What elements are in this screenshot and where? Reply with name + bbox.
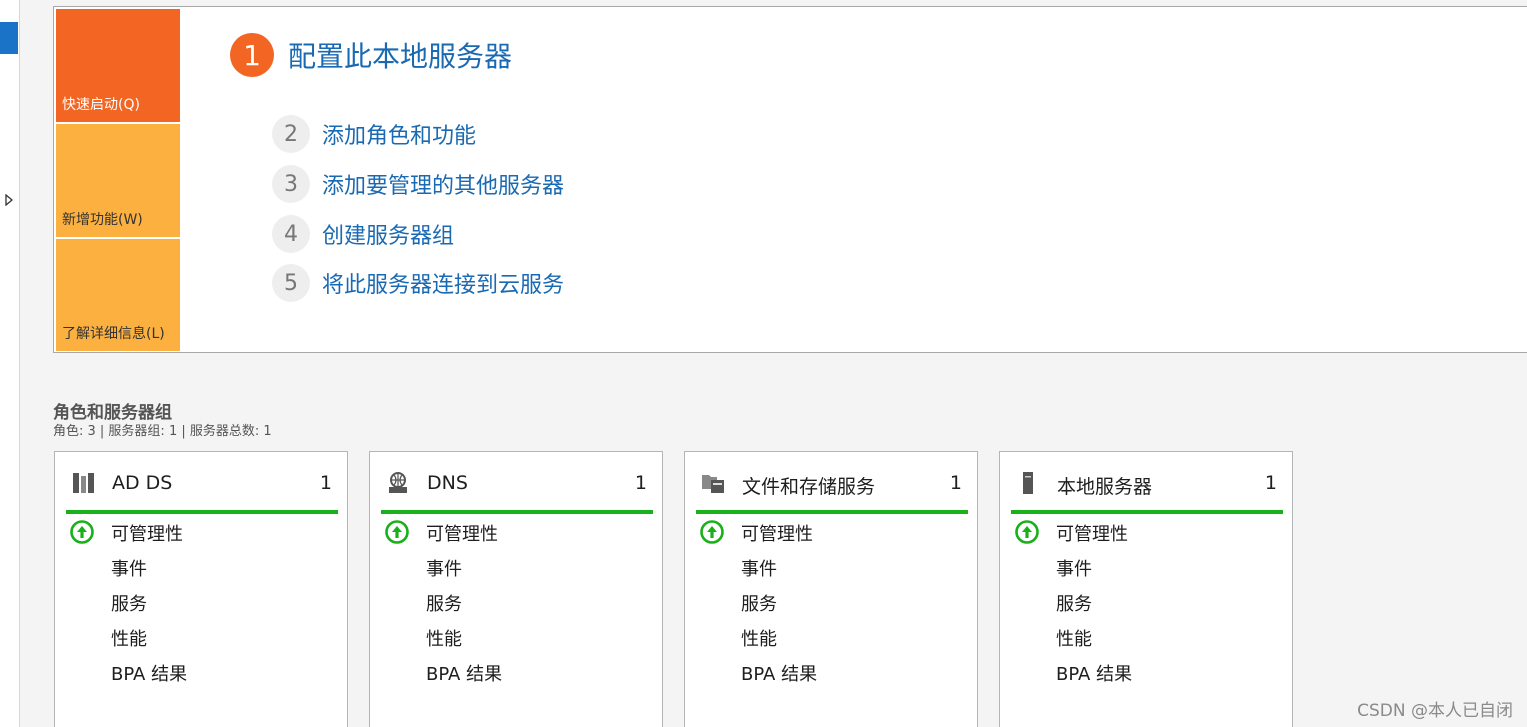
step-number-badge: 2 (272, 115, 310, 153)
card-count: 1 (949, 472, 962, 494)
card-header[interactable]: DNS 1 (381, 466, 653, 514)
tile-quick-start[interactable]: 快速启动(Q) (56, 9, 180, 122)
card-count: 1 (1264, 472, 1277, 494)
step-add-servers[interactable]: 3 添加要管理的其他服务器 (272, 165, 564, 203)
tile-learn-more-label: 了解详细信息(L) (62, 326, 165, 342)
card-row-bpa-results[interactable]: BPA 结果 (426, 660, 502, 686)
expand-arrow-icon[interactable] (4, 193, 14, 207)
card-row-bpa-results[interactable]: BPA 结果 (111, 660, 187, 686)
role-card-file-storage[interactable]: 文件和存储服务 1 可管理性 事件 服务 性能 BPA 结果 (684, 451, 978, 727)
roles-summary: 角色: 3 | 服务器组: 1 | 服务器总数: 1 (53, 424, 272, 439)
step-link[interactable]: 将此服务器连接到云服务 (322, 267, 564, 299)
card-row-bpa-results[interactable]: BPA 结果 (741, 660, 817, 686)
card-row-performance[interactable]: 性能 (741, 625, 777, 651)
ad-ds-icon (73, 473, 94, 493)
step-add-roles[interactable]: 2 添加角色和功能 (272, 115, 476, 153)
step-link[interactable]: 添加角色和功能 (322, 118, 476, 150)
card-title: 文件和存储服务 (742, 476, 876, 498)
local-server-icon (1023, 472, 1033, 494)
up-arrow-status-icon (1015, 520, 1039, 544)
step-link[interactable]: 配置此本地服务器 (288, 35, 512, 75)
tile-quick-start-label: 快速启动(Q) (62, 97, 140, 113)
card-title: DNS (427, 472, 468, 494)
card-header[interactable]: AD DS 1 (66, 466, 338, 514)
left-nav-strip (0, 0, 20, 727)
nav-selected-indicator[interactable] (0, 22, 18, 54)
step-configure-local-server[interactable]: 1 配置此本地服务器 (230, 33, 512, 77)
card-row-services[interactable]: 服务 (426, 590, 462, 616)
card-row-events[interactable]: 事件 (111, 555, 147, 581)
card-row-performance[interactable]: 性能 (111, 625, 147, 651)
card-row-manageability[interactable]: 可管理性 (111, 520, 183, 546)
card-title: AD DS (112, 472, 173, 494)
welcome-panel: 快速启动(Q) 新增功能(W) 了解详细信息(L) 1 配置此本地服务器 2 添… (53, 6, 1527, 353)
card-row-performance[interactable]: 性能 (1056, 625, 1092, 651)
watermark-text: CSDN @本人已自闭 (1357, 701, 1513, 721)
card-row-bpa-results[interactable]: BPA 结果 (1056, 660, 1132, 686)
tile-new-features[interactable]: 新增功能(W) (56, 124, 180, 237)
card-count: 1 (319, 472, 332, 494)
role-card-local-server[interactable]: 本地服务器 1 可管理性 事件 服务 性能 BPA 结果 (999, 451, 1293, 727)
tile-learn-more[interactable]: 了解详细信息(L) (56, 239, 180, 351)
role-card-ad-ds[interactable]: AD DS 1 可管理性 事件 服务 性能 BPA 结果 (54, 451, 348, 727)
card-row-services[interactable]: 服务 (741, 590, 777, 616)
step-link[interactable]: 创建服务器组 (322, 218, 454, 250)
card-row-events[interactable]: 事件 (741, 555, 777, 581)
step-connect-cloud[interactable]: 5 将此服务器连接到云服务 (272, 264, 564, 302)
card-count: 1 (634, 472, 647, 494)
up-arrow-status-icon (70, 520, 94, 544)
card-header[interactable]: 文件和存储服务 1 (696, 466, 968, 514)
up-arrow-status-icon (385, 520, 409, 544)
card-row-services[interactable]: 服务 (1056, 590, 1092, 616)
file-storage-icon (702, 475, 724, 493)
card-title: 本地服务器 (1057, 476, 1153, 498)
dns-icon (389, 472, 407, 493)
card-header[interactable]: 本地服务器 1 (1011, 466, 1283, 514)
card-row-manageability[interactable]: 可管理性 (1056, 520, 1128, 546)
step-number-badge: 4 (272, 215, 310, 253)
card-row-events[interactable]: 事件 (1056, 555, 1092, 581)
up-arrow-status-icon (700, 520, 724, 544)
card-row-services[interactable]: 服务 (111, 590, 147, 616)
card-row-manageability[interactable]: 可管理性 (741, 520, 813, 546)
role-card-dns[interactable]: DNS 1 可管理性 事件 服务 性能 BPA 结果 (369, 451, 663, 727)
tile-new-features-label: 新增功能(W) (62, 212, 143, 228)
step-link[interactable]: 添加要管理的其他服务器 (322, 168, 564, 200)
step-number-badge: 3 (272, 165, 310, 203)
step-create-server-group[interactable]: 4 创建服务器组 (272, 215, 454, 253)
step-number-badge: 1 (230, 33, 274, 77)
card-row-performance[interactable]: 性能 (426, 625, 462, 651)
card-row-manageability[interactable]: 可管理性 (426, 520, 498, 546)
step-number-badge: 5 (272, 264, 310, 302)
card-row-events[interactable]: 事件 (426, 555, 462, 581)
